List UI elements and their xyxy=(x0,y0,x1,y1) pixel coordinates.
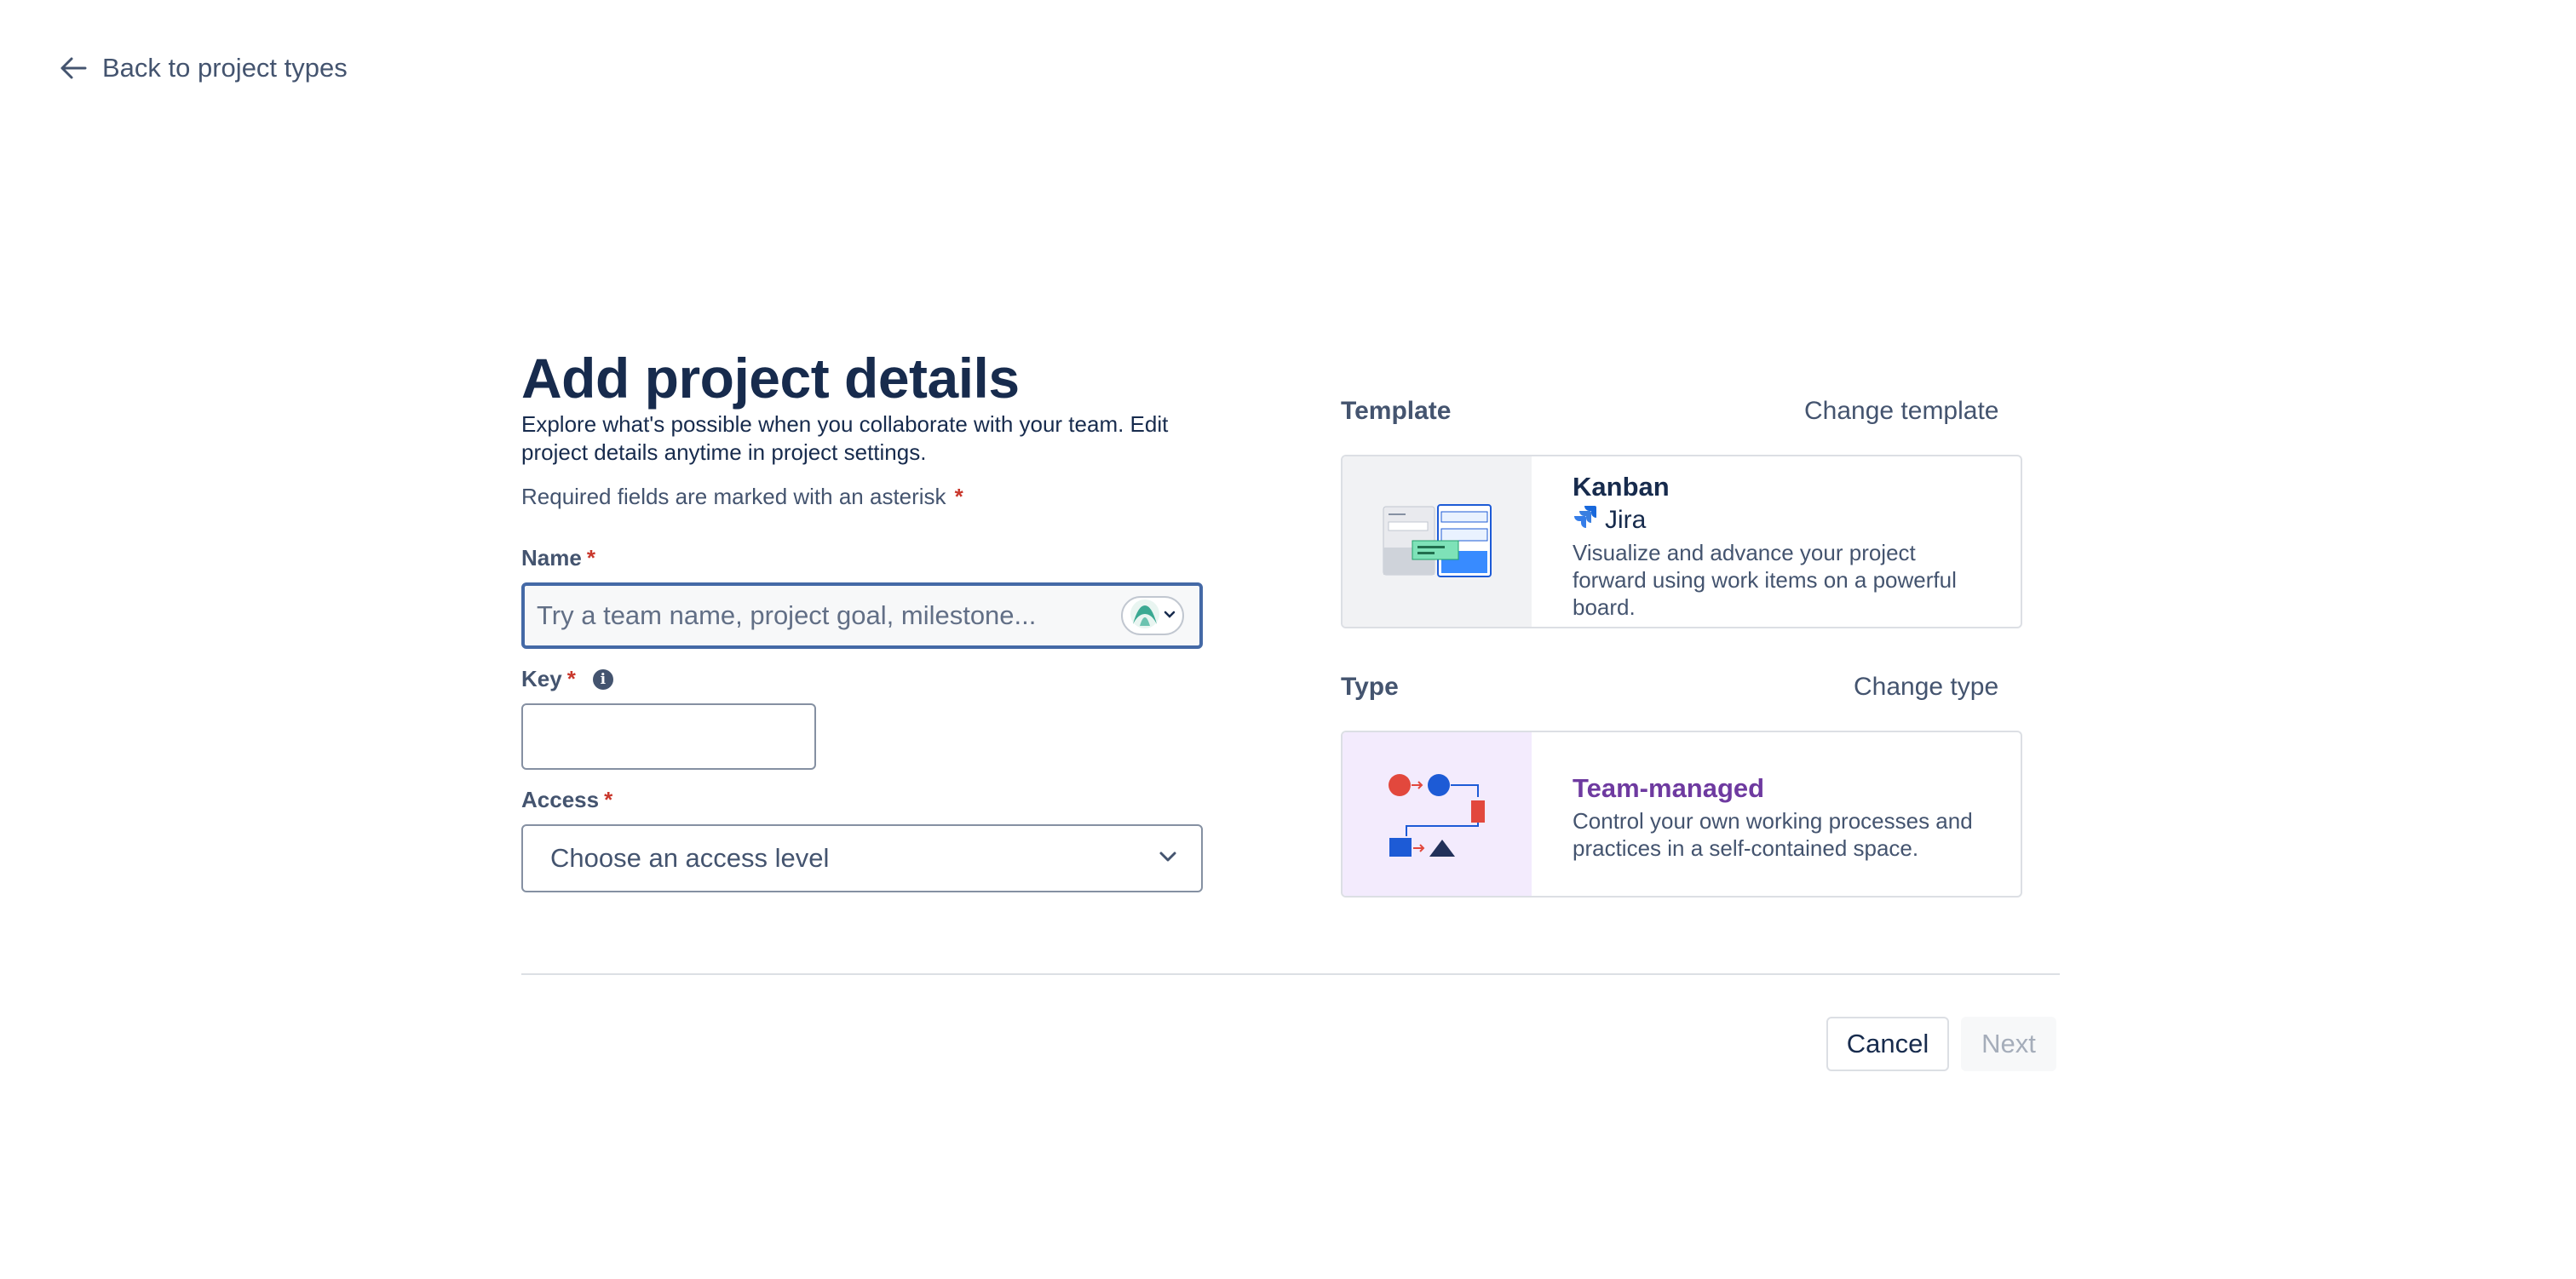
key-field-label: Key * i xyxy=(521,666,613,692)
name-label-text: Name xyxy=(521,545,582,571)
change-type-button[interactable]: Change type xyxy=(1854,673,1998,702)
required-asterisk: * xyxy=(954,484,963,509)
type-description: Control your own working processes and p… xyxy=(1573,808,1973,861)
change-template-button[interactable]: Change template xyxy=(1804,397,1999,426)
type-section-title: Type xyxy=(1341,673,1399,701)
jira-logo-icon xyxy=(1573,504,1596,536)
access-select-placeholder: Choose an access level xyxy=(550,843,830,873)
required-fields-note: Required fields are marked with an aster… xyxy=(521,484,963,510)
required-asterisk: * xyxy=(566,666,576,691)
chevron-down-icon xyxy=(1159,851,1177,867)
template-section-title: Template xyxy=(1341,397,1452,425)
required-note-text: Required fields are marked with an aster… xyxy=(521,484,946,509)
page-description: Explore what's possible when you collabo… xyxy=(521,411,1169,465)
name-field-label: Name * xyxy=(521,545,595,571)
required-asterisk: * xyxy=(604,787,613,812)
access-field-label: Access * xyxy=(521,787,612,813)
key-input[interactable] xyxy=(521,703,816,770)
project-avatar-picker[interactable] xyxy=(1121,596,1184,635)
template-card: Kanban Jira Visualize and advance your p… xyxy=(1341,455,2022,628)
info-icon[interactable]: i xyxy=(592,668,613,690)
cancel-button[interactable]: Cancel xyxy=(1826,1017,1949,1071)
required-asterisk: * xyxy=(586,545,595,571)
chevron-down-icon xyxy=(1164,608,1176,623)
type-card: Team-managed Control your own working pr… xyxy=(1341,731,2022,898)
template-name: Kanban xyxy=(1573,472,1670,502)
next-button[interactable]: Next xyxy=(1961,1017,2056,1071)
template-description: Visualize and advance your project forwa… xyxy=(1573,540,1957,620)
footer-divider xyxy=(521,973,2060,975)
name-input[interactable] xyxy=(525,586,1199,645)
page-title: Add project details xyxy=(521,347,1020,410)
name-field xyxy=(521,582,1203,649)
key-label-text: Key xyxy=(521,666,562,691)
team-managed-illustration xyxy=(1343,732,1532,896)
kanban-illustration xyxy=(1343,456,1532,627)
arrow-left-icon xyxy=(60,56,87,80)
template-product-name: Jira xyxy=(1605,505,1647,534)
access-level-select[interactable]: Choose an access level xyxy=(521,824,1203,892)
template-product: Jira xyxy=(1573,504,2021,536)
project-avatar-icon xyxy=(1130,599,1160,634)
back-link-label: Back to project types xyxy=(102,53,348,83)
back-to-project-types-link[interactable]: Back to project types xyxy=(60,48,348,89)
type-name: Team-managed xyxy=(1573,773,1765,803)
access-label-text: Access xyxy=(521,787,600,812)
